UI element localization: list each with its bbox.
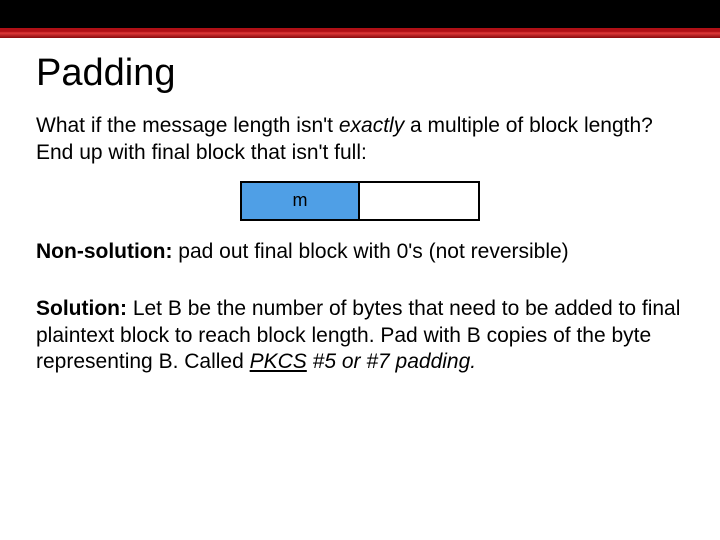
intro-exactly: exactly: [339, 114, 404, 137]
solution-suffix: #5 or #7 padding.: [307, 350, 476, 373]
header-bar: [0, 0, 720, 38]
nonsolution-label: Non-solution:: [36, 240, 172, 263]
block-filled-portion: m: [242, 183, 360, 219]
slide-title: Padding: [36, 52, 684, 95]
intro-part1: What if the message length isn't: [36, 114, 339, 137]
slide: Padding What if the message length isn't…: [0, 0, 720, 540]
content-area: Padding What if the message length isn't…: [0, 38, 720, 376]
header-black-strip: [0, 0, 720, 28]
intro-text: What if the message length isn't exactly…: [36, 113, 684, 167]
solution-label: Solution:: [36, 297, 127, 320]
solution-text: Solution: Let B be the number of bytes t…: [36, 296, 684, 377]
header-red-strip: [0, 28, 720, 38]
spacer: [36, 280, 684, 296]
pkcs-link: PKCS: [250, 350, 307, 373]
block-label: m: [293, 190, 308, 211]
nonsolution-text: Non-solution: pad out final block with 0…: [36, 239, 684, 266]
nonsolution-body: pad out final block with 0's (not revers…: [172, 240, 568, 263]
block-diagram: m: [240, 181, 480, 221]
